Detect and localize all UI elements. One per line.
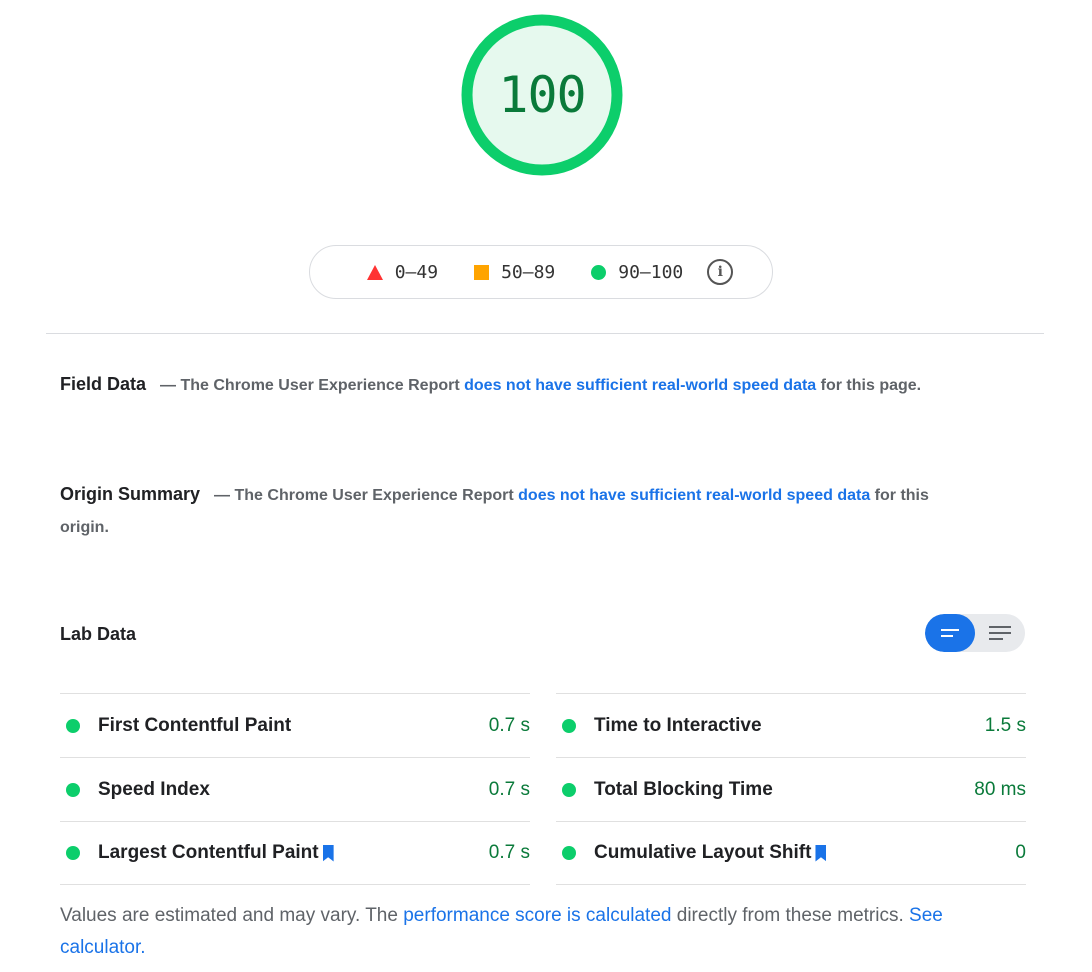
- score-gauge: 100: [459, 12, 625, 178]
- lab-metrics: First Contentful Paint 0.7 s Speed Index…: [60, 693, 1026, 885]
- legend-average: 50–89: [474, 262, 555, 283]
- circle-icon: [591, 264, 607, 280]
- metric-name: Time to Interactive: [594, 714, 762, 736]
- footnote-text-2: directly from these metrics.: [671, 905, 910, 926]
- pass-dot-icon: [66, 718, 80, 733]
- field-data-section: Field Data — The Chrome User Experience R…: [60, 368, 960, 402]
- origin-summary-link[interactable]: does not have sufficient real-world spee…: [518, 487, 870, 504]
- performance-score-link[interactable]: performance score is calculated: [403, 905, 671, 926]
- square-icon: [474, 264, 490, 280]
- legend-average-range: 50–89: [501, 261, 556, 283]
- legend-fail: 0–49: [366, 261, 439, 283]
- pass-dot-icon: [562, 846, 576, 860]
- summary-view-button[interactable]: [925, 614, 975, 652]
- field-data-link[interactable]: does not have sufficient real-world spee…: [464, 377, 816, 394]
- metric-name: First Contentful Paint: [98, 714, 292, 736]
- metric-cumulative-layout-shift: Cumulative Layout Shift 0: [556, 821, 1026, 885]
- bookmark-icon[interactable]: [322, 844, 334, 862]
- field-data-title: Field Data: [60, 374, 147, 394]
- detailed-view-icon: [989, 626, 1011, 640]
- metrics-view-toggle[interactable]: [925, 614, 1025, 652]
- pass-dot-icon: [66, 782, 80, 797]
- origin-summary-prefix: — The Chrome User Experience Report: [214, 487, 519, 504]
- section-divider: [46, 333, 1044, 334]
- metrics-left-column: First Contentful Paint 0.7 s Speed Index…: [60, 693, 530, 885]
- legend-fail-range: 0–49: [394, 261, 439, 283]
- info-icon[interactable]: i: [707, 259, 734, 285]
- pass-dot-icon: [66, 846, 80, 860]
- metric-value: 0: [1015, 842, 1026, 863]
- footnote-text-1: Values are estimated and may vary. The: [60, 905, 404, 926]
- metric-first-contentful-paint: First Contentful Paint 0.7 s: [60, 693, 530, 757]
- metric-name: Cumulative Layout Shift: [594, 842, 812, 863]
- metric-time-to-interactive: Time to Interactive 1.5 s: [556, 693, 1026, 757]
- pass-dot-icon: [562, 782, 576, 797]
- pass-dot-icon: [562, 718, 576, 733]
- bookmark-icon[interactable]: [815, 844, 827, 862]
- detailed-view-button[interactable]: [975, 614, 1025, 652]
- metric-largest-contentful-paint: Largest Contentful Paint 0.7 s: [60, 821, 530, 885]
- score-value: 100: [498, 66, 586, 124]
- metric-value: 0.7 s: [488, 842, 530, 863]
- metric-name: Largest Contentful Paint: [98, 842, 319, 863]
- origin-summary-title: Origin Summary: [60, 484, 201, 504]
- metric-value: 80 ms: [974, 778, 1026, 800]
- score-legend: 0–49 50–89 90–100 i: [309, 245, 773, 299]
- summary-view-icon: [941, 629, 959, 637]
- lab-data-footnote: Values are estimated and may vary. The p…: [60, 900, 1000, 964]
- metrics-right-column: Time to Interactive 1.5 s Total Blocking…: [556, 693, 1026, 885]
- origin-summary-section: Origin Summary — The Chrome User Experien…: [60, 478, 960, 544]
- metric-total-blocking-time: Total Blocking Time 80 ms: [556, 757, 1026, 821]
- legend-pass: 90–100: [591, 262, 683, 283]
- field-data-prefix: — The Chrome User Experience Report: [160, 377, 465, 394]
- metric-value: 0.7 s: [488, 714, 530, 736]
- metric-value: 0.7 s: [488, 778, 530, 800]
- metric-value: 1.5 s: [984, 714, 1026, 736]
- metric-speed-index: Speed Index 0.7 s: [60, 757, 530, 821]
- metric-name: Total Blocking Time: [594, 778, 773, 800]
- field-data-suffix: for this page.: [816, 377, 922, 394]
- lab-data-title: Lab Data: [60, 624, 137, 644]
- performance-report: 100 0–49 50–89 90–100 i Field Data — The …: [0, 0, 1092, 972]
- triangle-icon: [366, 264, 383, 280]
- legend-pass-range: 90–100: [618, 261, 684, 283]
- metric-name: Speed Index: [98, 778, 210, 800]
